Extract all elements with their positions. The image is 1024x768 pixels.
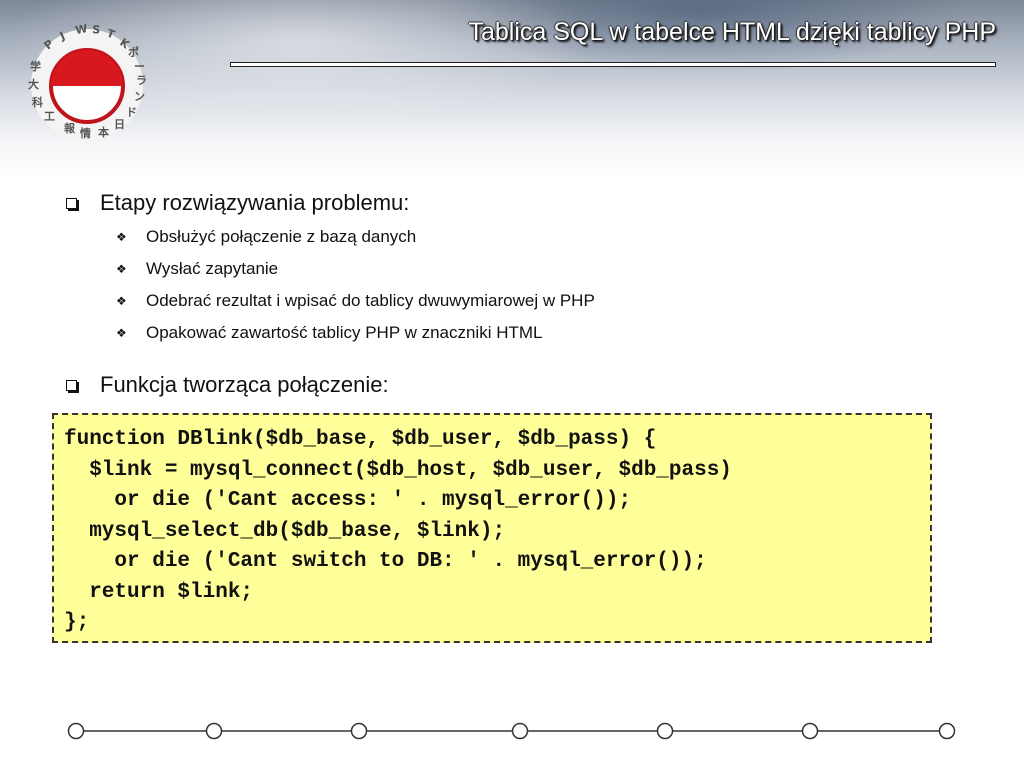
timeline-node bbox=[656, 722, 674, 740]
code-block: function DBlink($db_base, $db_user, $db_… bbox=[52, 413, 932, 643]
code-line: }; bbox=[64, 611, 90, 634]
checkbox-bullet-icon bbox=[66, 380, 77, 391]
timeline-decoration bbox=[67, 722, 956, 740]
svg-text:ラ: ラ bbox=[136, 74, 147, 87]
timeline-node bbox=[938, 722, 956, 740]
code-line: or die ('Cant switch to DB: ' . mysql_er… bbox=[64, 550, 707, 573]
svg-text:大: 大 bbox=[28, 77, 39, 91]
sub-bullet-text: Opakować zawartość tablicy PHP w znaczni… bbox=[146, 323, 543, 342]
diamond-bullet-icon: ❖ bbox=[116, 326, 127, 340]
svg-text:ン: ン bbox=[134, 90, 145, 103]
sub-bullet-item: ❖ Wysłać zapytanie bbox=[60, 254, 595, 286]
bullet-text: Etapy rozwiązywania problemu: bbox=[100, 190, 410, 215]
svg-text:本: 本 bbox=[98, 125, 109, 139]
bullet-text: Funkcja tworząca połączenie: bbox=[100, 372, 389, 397]
checkbox-bullet-icon bbox=[66, 198, 77, 209]
timeline-node bbox=[205, 722, 223, 740]
svg-text:工: 工 bbox=[44, 110, 55, 123]
pjwstk-logo-icon: P J W S T K ポ ー ラ ン ド 日 本 情 報 工 科 大 学 bbox=[28, 22, 147, 141]
timeline-node bbox=[801, 722, 819, 740]
svg-text:報: 報 bbox=[64, 121, 76, 135]
code-line: mysql_select_db($db_base, $link); bbox=[64, 519, 506, 543]
sub-bullet-item: ❖ Obsłużyć połączenie z bazą danych bbox=[60, 222, 595, 254]
timeline-node bbox=[350, 722, 368, 740]
bullet-item-connection-function: Funkcja tworząca połączenie: bbox=[60, 370, 595, 404]
title-underline bbox=[230, 62, 996, 67]
svg-text:科: 科 bbox=[32, 95, 43, 109]
bullet-item-stages: Etapy rozwiązywania problemu: bbox=[60, 188, 595, 222]
sub-bullet-text: Wysłać zapytanie bbox=[146, 259, 279, 278]
sub-bullet-item: ❖ Odebrać rezultat i wpisać do tablicy d… bbox=[60, 286, 595, 318]
code-line: function DBlink($db_base, $db_user, $db_… bbox=[64, 428, 657, 451]
diamond-bullet-icon: ❖ bbox=[116, 294, 127, 308]
svg-text:ー: ー bbox=[134, 60, 145, 73]
code-line: return $link; bbox=[64, 580, 254, 604]
sub-bullet-text: Obsłużyć połączenie z bazą danych bbox=[146, 227, 417, 246]
svg-text:日: 日 bbox=[114, 118, 125, 131]
svg-text:情: 情 bbox=[80, 126, 91, 140]
slide-title: Tablica SQL w tabelce HTML dzięki tablic… bbox=[468, 18, 996, 46]
svg-text:ポ: ポ bbox=[128, 45, 139, 59]
code-line: or die ('Cant access: ' . mysql_error())… bbox=[64, 489, 632, 512]
sub-bullet-item: ❖ Opakować zawartość tablicy PHP w znacz… bbox=[60, 318, 595, 350]
svg-text:学: 学 bbox=[30, 59, 41, 73]
sub-bullet-text: Odebrać rezultat i wpisać do tablicy dwu… bbox=[146, 291, 595, 310]
svg-text:ド: ド bbox=[126, 106, 137, 119]
svg-text:W: W bbox=[74, 22, 88, 37]
diamond-bullet-icon: ❖ bbox=[116, 230, 127, 244]
slide-header: Tablica SQL w tabelce HTML dzięki tablic… bbox=[0, 0, 1024, 175]
svg-text:S: S bbox=[92, 23, 101, 37]
timeline-node bbox=[67, 722, 85, 740]
diamond-bullet-icon: ❖ bbox=[116, 262, 127, 276]
bullet-list: Etapy rozwiązywania problemu: ❖ Obsłużyć… bbox=[60, 188, 595, 404]
code-line: $link = mysql_connect($db_host, $db_user… bbox=[64, 458, 732, 482]
timeline-node bbox=[511, 722, 529, 740]
